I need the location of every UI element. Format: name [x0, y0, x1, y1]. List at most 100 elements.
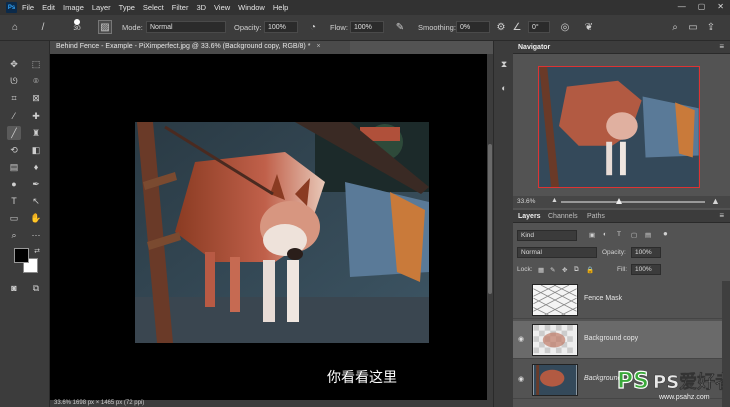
document-tab[interactable]: Behind Fence - Example - PiXimperfect.jp…: [50, 41, 350, 54]
quick-select-tool-icon[interactable]: ⌾: [29, 74, 43, 88]
lock-all-icon[interactable]: 🔒: [586, 266, 594, 274]
type-tool-icon[interactable]: T: [7, 194, 21, 208]
lock-pixels-icon[interactable]: ✎: [550, 266, 555, 274]
zoom-slider-handle[interactable]: [616, 198, 622, 204]
menu-layer[interactable]: Layer: [92, 3, 111, 12]
more-tools-icon[interactable]: ⋯: [29, 228, 43, 242]
share-icon[interactable]: ⇪: [704, 20, 718, 34]
navigator-zoom-row: 33.6% ▲ ▲: [513, 196, 730, 208]
angle-icon[interactable]: ∠: [510, 20, 524, 34]
zoom-tool-icon[interactable]: ⌕: [7, 228, 21, 242]
pen-tool-icon[interactable]: ✒: [29, 177, 43, 191]
symmetry-icon[interactable]: ❦: [582, 20, 596, 34]
layer-row-background-copy[interactable]: ◉ Background copy: [513, 321, 722, 359]
filter-shape-icon[interactable]: ▢: [631, 231, 637, 239]
mode-select[interactable]: Normal: [146, 21, 226, 33]
rectangle-tool-icon[interactable]: ▭: [7, 211, 21, 225]
zoom-out-icon[interactable]: ▲: [551, 197, 558, 204]
menu-3d[interactable]: 3D: [196, 3, 206, 12]
clone-stamp-tool-icon[interactable]: ♜: [29, 126, 43, 140]
menu-edit[interactable]: Edit: [42, 3, 55, 12]
move-tool-icon[interactable]: ✥: [7, 57, 21, 71]
layers-panel-header: Layers Channels Paths ≡: [513, 210, 730, 223]
pressure-opacity-icon[interactable]: ◔: [306, 20, 320, 34]
menu-filter[interactable]: Filter: [172, 3, 189, 12]
tab-layers[interactable]: Layers: [518, 213, 541, 220]
fill-label: Fill:: [617, 266, 628, 273]
smoothing-gear-icon[interactable]: ⚙: [494, 20, 508, 34]
filter-toggle-icon[interactable]: ●: [663, 229, 668, 238]
quick-mask-icon[interactable]: ◙: [7, 281, 21, 295]
maximize-icon[interactable]: ▢: [698, 2, 706, 11]
menu-type[interactable]: Type: [119, 3, 135, 12]
menu-image[interactable]: Image: [63, 3, 84, 12]
filter-smart-object-icon[interactable]: ▤: [645, 231, 651, 239]
blend-mode-select[interactable]: Normal: [517, 247, 597, 258]
airbrush-icon[interactable]: ✎: [393, 20, 407, 34]
fill-value: 100%: [635, 266, 652, 273]
filter-type-icon[interactable]: T: [617, 231, 621, 238]
layer-row-fence-mask[interactable]: Fence Mask: [513, 281, 722, 319]
fill-field[interactable]: 100%: [631, 264, 661, 275]
layer-opacity-field[interactable]: 100%: [631, 247, 661, 258]
home-icon[interactable]: ⌂: [8, 20, 22, 34]
swap-colors-icon[interactable]: ⇄: [30, 244, 44, 258]
screen-mode-icon[interactable]: ⧉: [29, 281, 43, 295]
smoothing-label: Smoothing:: [418, 23, 456, 32]
tab-navigator[interactable]: Navigator: [518, 44, 550, 51]
smoothing-field[interactable]: 0%: [456, 21, 490, 33]
history-brush-tool-icon[interactable]: ⟲: [7, 143, 21, 157]
minimize-icon[interactable]: —: [678, 2, 686, 11]
adjustments-panel-icon[interactable]: ◐: [497, 81, 511, 95]
eyedropper-tool-icon[interactable]: ⁄: [7, 109, 21, 123]
navigator-thumbnail[interactable]: [538, 66, 700, 188]
dog-photo-canvas[interactable]: [135, 122, 429, 343]
menu-window[interactable]: Window: [238, 3, 265, 12]
menu-help[interactable]: Help: [273, 3, 288, 12]
lock-artboard-icon[interactable]: ⧉: [574, 266, 579, 274]
marquee-tool-icon[interactable]: ⬚: [29, 57, 43, 71]
close-icon[interactable]: ✕: [717, 2, 724, 11]
eye-icon[interactable]: ◉: [518, 375, 524, 383]
angle-field[interactable]: 0°: [528, 21, 550, 33]
kind-filter-select[interactable]: Kind: [517, 230, 577, 241]
flow-field[interactable]: 100%: [350, 21, 384, 33]
frame-tool-icon[interactable]: ⊠: [29, 91, 43, 105]
tab-close-icon[interactable]: ×: [316, 43, 320, 50]
filter-pixel-icon[interactable]: ▣: [589, 231, 595, 239]
healing-brush-tool-icon[interactable]: ✚: [29, 109, 43, 123]
history-panel-icon[interactable]: ⧗: [497, 57, 511, 71]
brush-tool-button-icon[interactable]: ╱: [7, 126, 21, 140]
navigator-zoom-value[interactable]: 33.6%: [517, 198, 535, 205]
path-select-tool-icon[interactable]: ↖: [29, 194, 43, 208]
brush-tool-icon[interactable]: /: [36, 20, 50, 34]
brush-settings-icon[interactable]: ▨: [98, 20, 112, 34]
tab-channels[interactable]: Channels: [548, 213, 578, 220]
layers-scrollbar[interactable]: [722, 281, 730, 407]
lock-transparency-icon[interactable]: ▦: [538, 266, 544, 274]
search-icon[interactable]: ⌕: [668, 20, 682, 34]
zoom-slider-track[interactable]: [561, 201, 705, 203]
panel-menu-icon[interactable]: ≡: [719, 42, 724, 51]
pressure-size-icon[interactable]: ◎: [558, 20, 572, 34]
workspace-icon[interactable]: ▭: [686, 20, 700, 34]
blur-tool-icon[interactable]: ♦: [29, 160, 43, 174]
opacity-field[interactable]: 100%: [264, 21, 298, 33]
tab-paths[interactable]: Paths: [587, 213, 605, 220]
lock-position-icon[interactable]: ✥: [562, 266, 567, 274]
menu-view[interactable]: View: [214, 3, 230, 12]
lasso-tool-icon[interactable]: ᘎ: [7, 74, 21, 88]
filter-adjustment-icon[interactable]: ◐: [603, 231, 607, 238]
eye-icon[interactable]: ◉: [518, 335, 524, 343]
crop-tool-icon[interactable]: ⌗: [7, 91, 21, 105]
scrollbar-thumb[interactable]: [488, 144, 492, 294]
dodge-tool-icon[interactable]: ●: [7, 177, 21, 191]
gradient-tool-icon[interactable]: ▤: [7, 160, 21, 174]
eraser-tool-icon[interactable]: ◧: [29, 143, 43, 157]
menu-select[interactable]: Select: [143, 3, 164, 12]
menu-file[interactable]: File: [22, 3, 34, 12]
brush-preset-picker[interactable]: 30: [70, 18, 84, 36]
zoom-in-icon[interactable]: ▲: [711, 196, 720, 206]
hand-tool-icon[interactable]: ✋: [29, 211, 43, 225]
layers-panel-menu-icon[interactable]: ≡: [719, 211, 724, 220]
